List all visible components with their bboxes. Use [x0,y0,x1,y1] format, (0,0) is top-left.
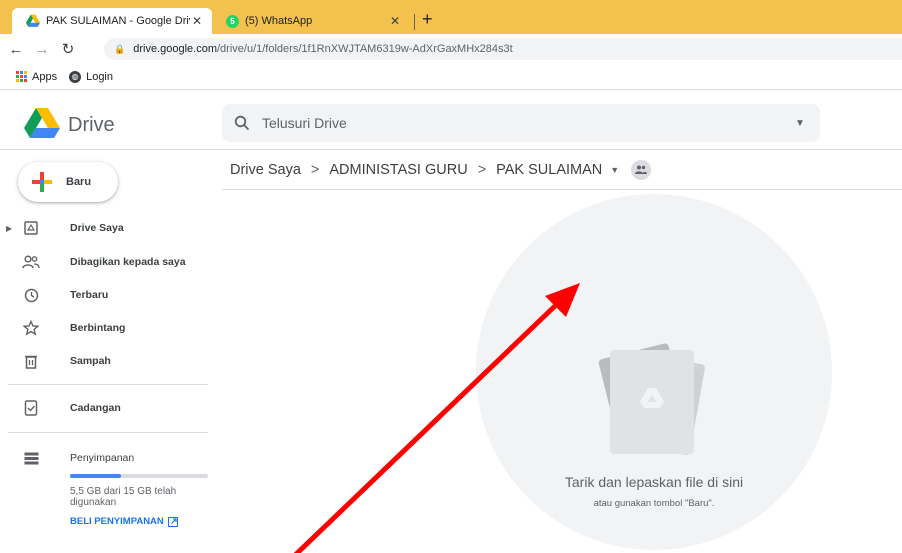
globe-icon: ◍ [69,70,82,83]
bookmark-login[interactable]: ◍ Login [69,70,113,83]
breadcrumb-item-drive-saya[interactable]: Drive Saya [230,162,301,178]
storage-icon [22,449,40,467]
new-button[interactable]: Baru [18,162,118,202]
clock-icon [22,286,40,304]
sidebar: Baru ▶ Drive Saya Dibagikan kepada saya … [0,150,216,553]
sidebar-item-terbaru[interactable]: Terbaru [0,281,216,309]
apps-grid-icon [16,71,27,82]
sidebar-divider [8,432,208,433]
tab-whatsapp[interactable]: 5 (5) WhatsApp ✕ [220,8,410,34]
storage-usage-bar [70,474,208,478]
tab-title: PAK SULAIMAN - Google Drive [46,15,190,27]
sidebar-item-penyimpanan[interactable]: Penyimpanan [0,444,216,472]
breadcrumb-item-administasi-guru[interactable]: ADMINISTASI GURU [329,162,467,178]
sidebar-item-sampah[interactable]: Sampah [0,347,216,375]
tab-title: (5) WhatsApp [245,15,313,27]
bookmark-label: Login [86,70,113,83]
url-host: drive.google.com [133,43,217,55]
star-icon [22,319,40,337]
url-path: /drive/u/1/folders/1f1RnXWJTAM6319w-AdXr… [217,43,513,55]
back-arrow-icon[interactable]: ← [6,41,26,58]
sidebar-item-dibagikan[interactable]: Dibagikan kepada saya [0,248,216,276]
reload-icon[interactable]: ↻ [58,40,78,58]
breadcrumb-chevron-icon: > [477,161,487,178]
tab-google-drive[interactable]: PAK SULAIMAN - Google Drive ✕ [12,8,212,34]
sidebar-item-berbintang[interactable]: Berbintang [0,314,216,342]
sidebar-item-label: Dibagikan kepada saya [70,256,186,268]
empty-folder-illustration-icon [598,343,705,455]
drive-app-name[interactable]: Drive [68,114,115,137]
bookmarks-bar: Apps ◍ Login [0,64,902,90]
sidebar-divider [8,384,208,385]
backup-icon [22,399,40,417]
buy-storage-label: BELI PENYIMPANAN [70,516,164,527]
whatsapp-favicon-icon: 5 [226,14,239,28]
sidebar-item-label: Penyimpanan [70,452,135,464]
colorful-plus-icon [32,172,52,192]
shared-icon [22,253,40,271]
search-options-dropdown-icon[interactable]: ▼ [780,118,820,129]
forward-arrow-icon[interactable]: → [32,41,52,58]
tab-close-icon[interactable]: ✕ [190,14,204,28]
breadcrumb-item-current-folder[interactable]: PAK SULAIMAN [496,162,602,178]
trash-icon [22,352,40,370]
sidebar-item-cadangan[interactable]: Cadangan [0,394,216,422]
breadcrumb-chevron-icon: > [310,161,320,178]
empty-state-subtitle: atau gunakan tombol "Baru". [593,498,715,509]
external-link-icon [167,516,178,527]
new-tab-plus-icon[interactable]: + [422,9,433,30]
sidebar-item-label: Sampah [70,355,111,367]
storage-usage-fill [70,474,121,478]
google-drive-favicon-icon [26,14,40,27]
new-button-label: Baru [66,176,92,188]
expand-caret-icon[interactable]: ▶ [6,224,12,233]
buy-storage-link[interactable]: BELI PENYIMPANAN [70,516,178,527]
bookmark-label: Apps [32,70,58,83]
tab-separator [414,14,415,30]
sidebar-item-label: Berbintang [70,322,126,334]
sidebar-item-drive-saya[interactable]: ▶ Drive Saya [0,214,216,242]
shared-folder-icon[interactable] [631,159,652,180]
folder-dropdown-icon[interactable]: ▼ [610,165,619,175]
my-drive-icon [22,219,40,237]
storage-usage-text: 5,5 GB dari 15 GB telah digunakan [70,486,177,508]
url-omnibox[interactable]: 🔒 drive.google.com/drive/u/1/folders/1f1… [104,38,902,60]
drive-header: Drive ▼ [0,90,902,150]
tab-close-icon[interactable]: ✕ [388,14,402,28]
sidebar-item-label: Drive Saya [70,222,124,234]
google-drive-logo-icon[interactable] [24,108,60,138]
address-bar-row: ← → ↻ 🔒 drive.google.com/drive/u/1/folde… [0,34,902,64]
search-input[interactable] [262,115,780,131]
lock-icon: 🔒 [114,43,126,54]
browser-tab-strip: PAK SULAIMAN - Google Drive ✕ 5 (5) What… [0,0,902,34]
breadcrumb: Drive Saya > ADMINISTASI GURU > PAK SULA… [222,150,902,190]
sidebar-item-label: Cadangan [70,402,121,414]
bookmark-apps[interactable]: Apps [16,71,57,83]
sidebar-item-label: Terbaru [70,289,109,301]
search-box[interactable]: ▼ [222,104,820,142]
empty-state-title: Tarik dan lepaskan file di sini [564,474,744,490]
search-icon[interactable] [222,115,262,131]
